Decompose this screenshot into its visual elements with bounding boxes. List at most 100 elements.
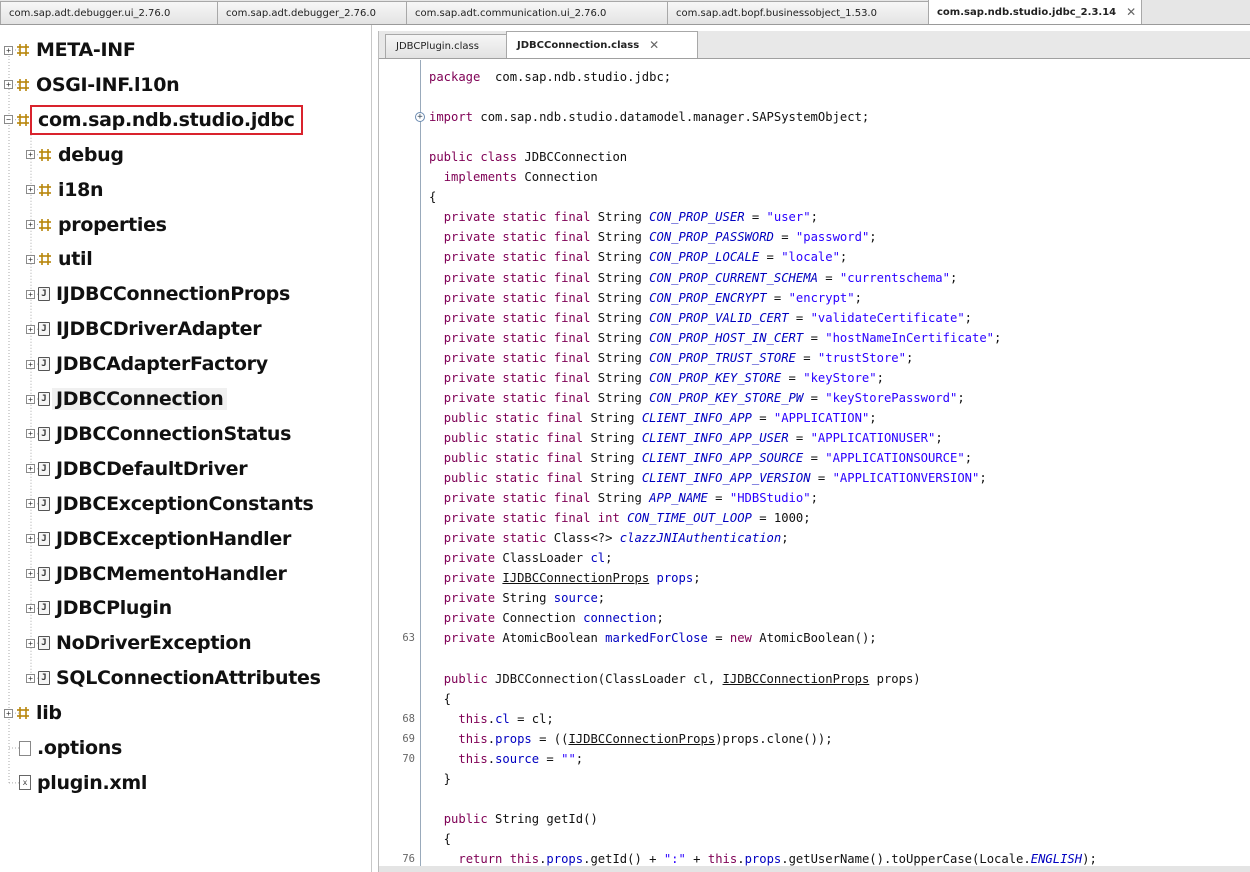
code-line[interactable]: private static final String CON_PROP_ENC… — [379, 288, 1250, 308]
expand-icon[interactable]: + — [26, 499, 35, 509]
code-line[interactable]: public static final String CLIENT_INFO_A… — [379, 428, 1250, 448]
code-line[interactable]: private static final String CON_PROP_VAL… — [379, 308, 1250, 328]
tree-item[interactable]: x plugin.xml — [4, 766, 147, 800]
expand-icon[interactable]: + — [26, 254, 35, 264]
tree-item[interactable]: + J JDBCAdapterFactory — [26, 347, 268, 381]
expand-icon[interactable]: + — [4, 708, 13, 718]
code-token: "APPLICATION" — [773, 410, 870, 425]
code-line[interactable]: private static final String CON_PROP_TRU… — [379, 348, 1250, 368]
code-line[interactable]: public String getId() — [379, 809, 1250, 829]
code-line[interactable]: private String source; — [379, 588, 1250, 608]
code-line[interactable]: private static final String CON_PROP_HOS… — [379, 328, 1250, 348]
tree-item[interactable]: + J JDBCConnectionStatus — [26, 417, 291, 451]
expand-icon[interactable]: + — [26, 359, 35, 369]
tree-item[interactable]: + properties — [26, 208, 167, 242]
expand-icon[interactable]: + — [26, 150, 35, 160]
tree-item[interactable]: + META-INF — [4, 33, 136, 67]
code-line[interactable]: private IJDBCConnectionProps props; — [379, 568, 1250, 588]
code-line[interactable]: private static final String CON_PROP_KEY… — [379, 388, 1250, 408]
code-area[interactable]: package com.sap.ndb.studio.jdbc; + import … — [379, 60, 1250, 872]
top-tab[interactable]: com.sap.adt.debugger_2.76.0 — [217, 1, 407, 24]
code-line[interactable]: } — [379, 769, 1250, 789]
code-line[interactable]: private static final String APP_NAME = "… — [379, 488, 1250, 508]
tree-item[interactable]: + J NoDriverException — [26, 626, 252, 660]
expand-icon[interactable]: + — [26, 185, 35, 195]
code-token: AtomicBoolean — [495, 631, 606, 646]
code-line[interactable] — [379, 648, 1250, 668]
tree-item[interactable]: + J IJDBCConnectionProps — [26, 277, 290, 311]
top-tab[interactable]: com.sap.adt.communication.ui_2.76.0 — [406, 1, 668, 24]
code-line[interactable]: public class JDBCConnection — [379, 147, 1250, 167]
tree-item[interactable]: + J JDBCExceptionConstants — [26, 487, 314, 521]
expand-icon[interactable]: + — [26, 673, 35, 683]
tree-item[interactable]: + J IJDBCDriverAdapter — [26, 312, 262, 346]
code-line[interactable]: private static final String CON_PROP_CUR… — [379, 268, 1250, 288]
tree-item[interactable]: + J JDBCConnection — [26, 382, 228, 416]
code-line[interactable] — [379, 789, 1250, 809]
code-line[interactable]: private static final String CON_PROP_PAS… — [379, 227, 1250, 247]
expand-icon[interactable]: + — [26, 603, 35, 613]
expand-icon[interactable]: + — [4, 45, 13, 55]
code-line[interactable]: package com.sap.ndb.studio.jdbc; — [379, 67, 1250, 87]
tree-item[interactable]: + OSGI-INF.l10n — [4, 68, 180, 102]
expand-fold-icon[interactable]: + — [415, 112, 425, 123]
close-icon[interactable]: ✕ — [649, 38, 659, 52]
expand-icon[interactable]: + — [26, 464, 35, 474]
collapse-icon[interactable]: − — [4, 115, 13, 125]
code-line[interactable]: public JDBCConnection(ClassLoader cl, IJ… — [379, 669, 1250, 689]
expand-icon[interactable]: + — [26, 534, 35, 544]
expand-icon[interactable]: + — [26, 569, 35, 578]
tree-item[interactable]: + J JDBCDefaultDriver — [26, 452, 248, 486]
expand-icon[interactable]: + — [26, 324, 35, 334]
code-token: this — [458, 751, 488, 766]
tree-item[interactable]: + lib — [4, 696, 62, 730]
code-line[interactable]: 69 this.props = ((IJDBCConnectionProps)p… — [379, 729, 1250, 749]
expand-icon[interactable]: + — [4, 80, 13, 90]
code-line[interactable]: public static final String CLIENT_INFO_A… — [379, 408, 1250, 428]
code-line[interactable]: { — [379, 689, 1250, 709]
code-line[interactable] — [379, 87, 1250, 107]
top-tab[interactable]: com.sap.ndb.studio.jdbc_2.3.14 ✕ — [928, 0, 1142, 24]
tree-item-label: JDBCMementoHandler — [56, 562, 287, 585]
expand-icon[interactable]: + — [26, 220, 35, 229]
code-line[interactable]: 76 return this.props.getId() + ":" + thi… — [379, 849, 1250, 869]
code-line[interactable]: 63 private AtomicBoolean markedForClose … — [379, 628, 1250, 648]
tree-item-label: util — [58, 248, 93, 271]
expand-icon[interactable]: + — [26, 638, 35, 648]
code-line[interactable]: { — [379, 829, 1250, 849]
code-line[interactable]: private static Class<?> clazzJNIAuthenti… — [379, 528, 1250, 548]
tree-item[interactable]: + i18n — [26, 173, 104, 207]
tree-item[interactable]: + J JDBCMementoHandler — [26, 557, 287, 591]
editor-tab[interactable]: JDBCConnection.class ✕ — [506, 31, 698, 58]
tree-item[interactable]: + J JDBCExceptionHandler — [26, 522, 291, 556]
code-line[interactable]: public static final String CLIENT_INFO_A… — [379, 448, 1250, 468]
expand-icon[interactable]: + — [26, 394, 35, 404]
code-line[interactable]: implements Connection — [379, 167, 1250, 187]
editor-tab[interactable]: JDBCPlugin.class — [385, 34, 507, 58]
tree-item[interactable]: − com.sap.ndb.studio.jdbc — [4, 103, 303, 137]
code-line[interactable]: private static final String CON_PROP_KEY… — [379, 368, 1250, 388]
top-tab[interactable]: com.sap.adt.bopf.businessobject_1.53.0 — [667, 1, 929, 24]
code-line[interactable]: + import com.sap.ndb.studio.datamodel.man… — [379, 107, 1250, 127]
expand-icon[interactable]: + — [26, 289, 35, 299]
code-line[interactable]: private static final String CON_PROP_USE… — [379, 207, 1250, 227]
code-line[interactable] — [379, 127, 1250, 147]
tree-item[interactable]: + debug — [26, 138, 124, 172]
expand-icon[interactable]: + — [26, 429, 35, 439]
tree-item[interactable]: .options — [4, 731, 122, 765]
code-line[interactable]: private static final String CON_PROP_LOC… — [379, 247, 1250, 267]
code-line[interactable]: 68 this.cl = cl; — [379, 709, 1250, 729]
tree-item-label: lib — [36, 702, 62, 725]
top-tab[interactable]: com.sap.adt.debugger.ui_2.76.0 — [0, 1, 218, 24]
tree-item[interactable]: + util — [26, 242, 93, 276]
code-line[interactable]: public static final String CLIENT_INFO_A… — [379, 468, 1250, 488]
code-line[interactable]: { — [379, 187, 1250, 207]
code-line[interactable]: 70 this.source = ""; — [379, 749, 1250, 769]
close-icon[interactable]: ✕ — [1126, 5, 1136, 19]
tree-item[interactable]: + J JDBCPlugin — [26, 591, 172, 625]
tree-item[interactable]: + J SQLConnectionAttributes — [26, 661, 321, 695]
code-line[interactable]: private ClassLoader cl; — [379, 548, 1250, 568]
code-line[interactable]: private static final int CON_TIME_OUT_LO… — [379, 508, 1250, 528]
code-token: String — [495, 591, 554, 606]
code-line[interactable]: private Connection connection; — [379, 608, 1250, 628]
